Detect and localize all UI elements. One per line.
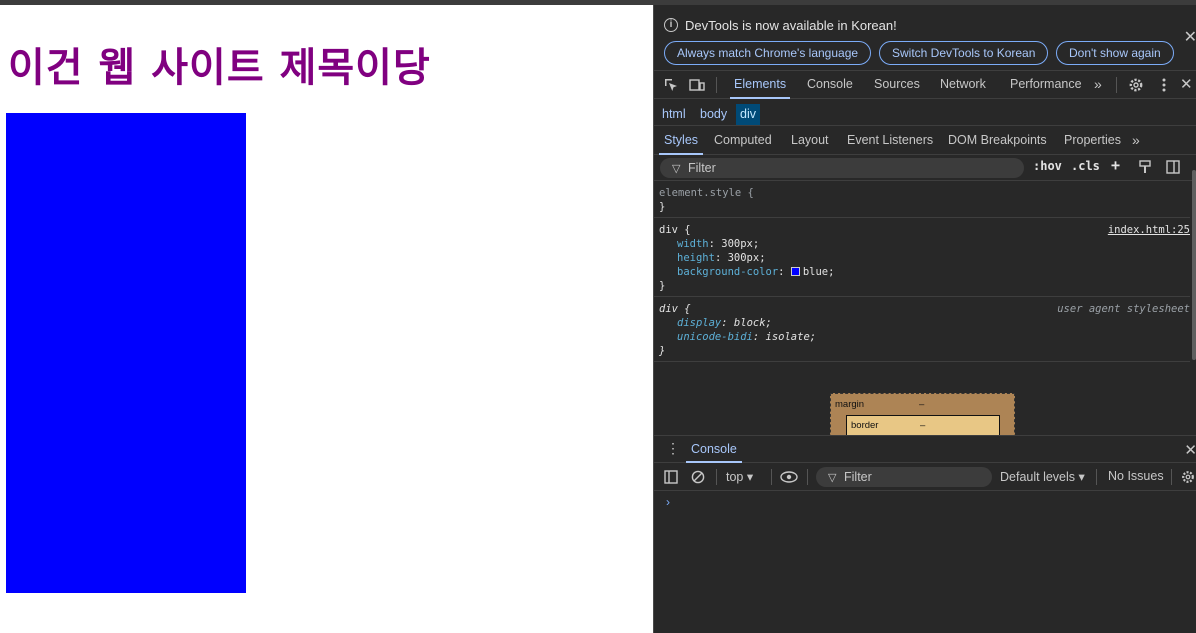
console-settings-gear-icon[interactable]: [1181, 470, 1195, 484]
css-declaration-unicode-bidi: unicode-bidi: isolate;: [677, 331, 817, 343]
inspect-element-icon[interactable]: [663, 77, 679, 93]
drawer-menu-icon[interactable]: ⋮: [666, 440, 680, 457]
device-toolbar-icon[interactable]: [689, 77, 705, 93]
div-style-rule: div { index.html:25 width: 300px; height…: [654, 218, 1190, 297]
ua-rule-selector: div {: [659, 303, 691, 315]
tab-elements[interactable]: Elements: [730, 71, 791, 99]
console-sidebar-icon[interactable]: [664, 470, 678, 484]
console-prompt[interactable]: ›: [666, 495, 670, 509]
ua-rule-source: user agent stylesheet: [1057, 303, 1190, 315]
user-agent-style-rule: div { user agent stylesheet display: blo…: [654, 297, 1190, 362]
styles-scrollbar[interactable]: [1192, 170, 1196, 360]
settings-gear-icon[interactable]: [1128, 77, 1144, 93]
console-drawer-header: ⋮ Console ✕: [654, 435, 1196, 463]
log-levels-dropdown[interactable]: Default levels ▾: [1000, 469, 1085, 484]
rule-source-link[interactable]: index.html:25: [1108, 224, 1190, 236]
tab-properties[interactable]: Properties: [1064, 127, 1121, 155]
console-filter-placeholder: Filter: [844, 470, 872, 484]
more-subtabs-chevron-icon[interactable]: »: [1132, 127, 1140, 155]
box-model-border-label: border: [851, 420, 879, 431]
element-style-rule: element.style { }: [654, 181, 1190, 218]
tab-network[interactable]: Network: [940, 71, 986, 99]
kebab-menu-icon[interactable]: [1156, 77, 1172, 93]
blue-div-box: [6, 113, 246, 593]
css-declaration-display: display: block;: [677, 317, 772, 329]
context-selector[interactable]: top ▾: [726, 469, 753, 484]
tab-event-listeners[interactable]: Event Listeners: [847, 127, 933, 155]
switch-to-korean-button[interactable]: Switch DevTools to Korean: [879, 41, 1049, 65]
toolbar-separator: [1116, 77, 1117, 93]
rule-selector[interactable]: div {: [659, 224, 691, 236]
web-page-viewport: 이건 웹 사이트 제목이당: [0, 5, 653, 633]
filter-placeholder: Filter: [688, 161, 716, 175]
breadcrumb-div[interactable]: div: [736, 104, 760, 125]
devtools-panel: i DevTools is now available in Korean! ✕…: [653, 5, 1196, 633]
styles-filter-input[interactable]: ▽ Filter: [660, 158, 1024, 178]
box-model-margin-label: margin: [835, 399, 865, 410]
live-expression-eye-icon[interactable]: [780, 470, 798, 484]
infobar-message: DevTools is now available in Korean!: [685, 18, 897, 33]
rule-close-brace: }: [659, 201, 666, 213]
box-model-margin-value[interactable]: –: [919, 399, 924, 410]
css-declaration-background-color[interactable]: background-color: blue;: [677, 266, 834, 278]
issues-counter[interactable]: No Issues: [1108, 469, 1164, 483]
filter-icon: ▽: [672, 163, 681, 175]
toolbar-separator: [771, 469, 772, 485]
rule-close-brace: }: [659, 345, 666, 357]
new-style-rule-icon[interactable]: +: [1111, 156, 1120, 174]
console-toolbar: top ▾ ▽ Filter Default levels ▾ No Issue…: [654, 463, 1196, 491]
box-model-border-value[interactable]: –: [920, 420, 925, 431]
color-swatch[interactable]: [790, 267, 800, 276]
element-style-selector[interactable]: element.style {: [659, 187, 754, 199]
toolbar-separator: [716, 77, 717, 93]
hover-state-button[interactable]: :hov: [1033, 159, 1062, 173]
drawer-tab-console[interactable]: Console: [686, 436, 742, 463]
breadcrumb: html body div: [654, 104, 1196, 126]
css-declaration-width[interactable]: width: 300px;: [677, 238, 759, 250]
tab-performance[interactable]: Performance: [1010, 71, 1082, 99]
more-tabs-chevron-icon[interactable]: »: [1094, 71, 1102, 99]
always-match-language-button[interactable]: Always match Chrome's language: [664, 41, 872, 65]
tab-styles[interactable]: Styles: [659, 127, 704, 155]
css-declaration-height[interactable]: height: 300px;: [677, 252, 766, 264]
devtools-main-tabbar: Elements Console Sources Network Perform…: [654, 71, 1196, 99]
class-toggle-button[interactable]: .cls: [1071, 159, 1100, 173]
toggle-sidebar-icon[interactable]: [1166, 160, 1180, 174]
tab-computed[interactable]: Computed: [714, 127, 772, 155]
page-title: 이건 웹 사이트 제목이당: [8, 45, 431, 91]
styles-filter-row: ▽ Filter :hov .cls +: [654, 155, 1196, 181]
close-drawer-icon[interactable]: ✕: [1184, 441, 1196, 459]
info-icon: i: [664, 18, 678, 32]
tab-layout[interactable]: Layout: [791, 127, 829, 155]
filter-icon: ▽: [828, 472, 837, 484]
elements-subtabbar: Styles Computed Layout Event Listeners D…: [654, 127, 1196, 155]
console-filter-input[interactable]: ▽ Filter: [816, 467, 992, 487]
tab-console[interactable]: Console: [807, 71, 853, 99]
tab-dom-breakpoints[interactable]: DOM Breakpoints: [948, 127, 1047, 155]
tab-sources[interactable]: Sources: [874, 71, 920, 99]
clear-console-icon[interactable]: [691, 470, 705, 484]
close-devtools-icon[interactable]: ✕: [1180, 71, 1193, 99]
toolbar-separator: [1171, 469, 1172, 485]
toolbar-separator: [716, 469, 717, 485]
paint-format-icon[interactable]: [1138, 160, 1152, 174]
toolbar-separator: [1096, 469, 1097, 485]
rule-close-brace: }: [659, 280, 666, 292]
dont-show-again-button[interactable]: Don't show again: [1056, 41, 1174, 65]
language-infobar: i DevTools is now available in Korean! ✕…: [654, 5, 1196, 71]
breadcrumb-html[interactable]: html: [658, 104, 690, 125]
infobar-close-icon[interactable]: ✕: [1184, 27, 1196, 47]
toolbar-separator: [807, 469, 808, 485]
breadcrumb-body[interactable]: body: [696, 104, 731, 125]
